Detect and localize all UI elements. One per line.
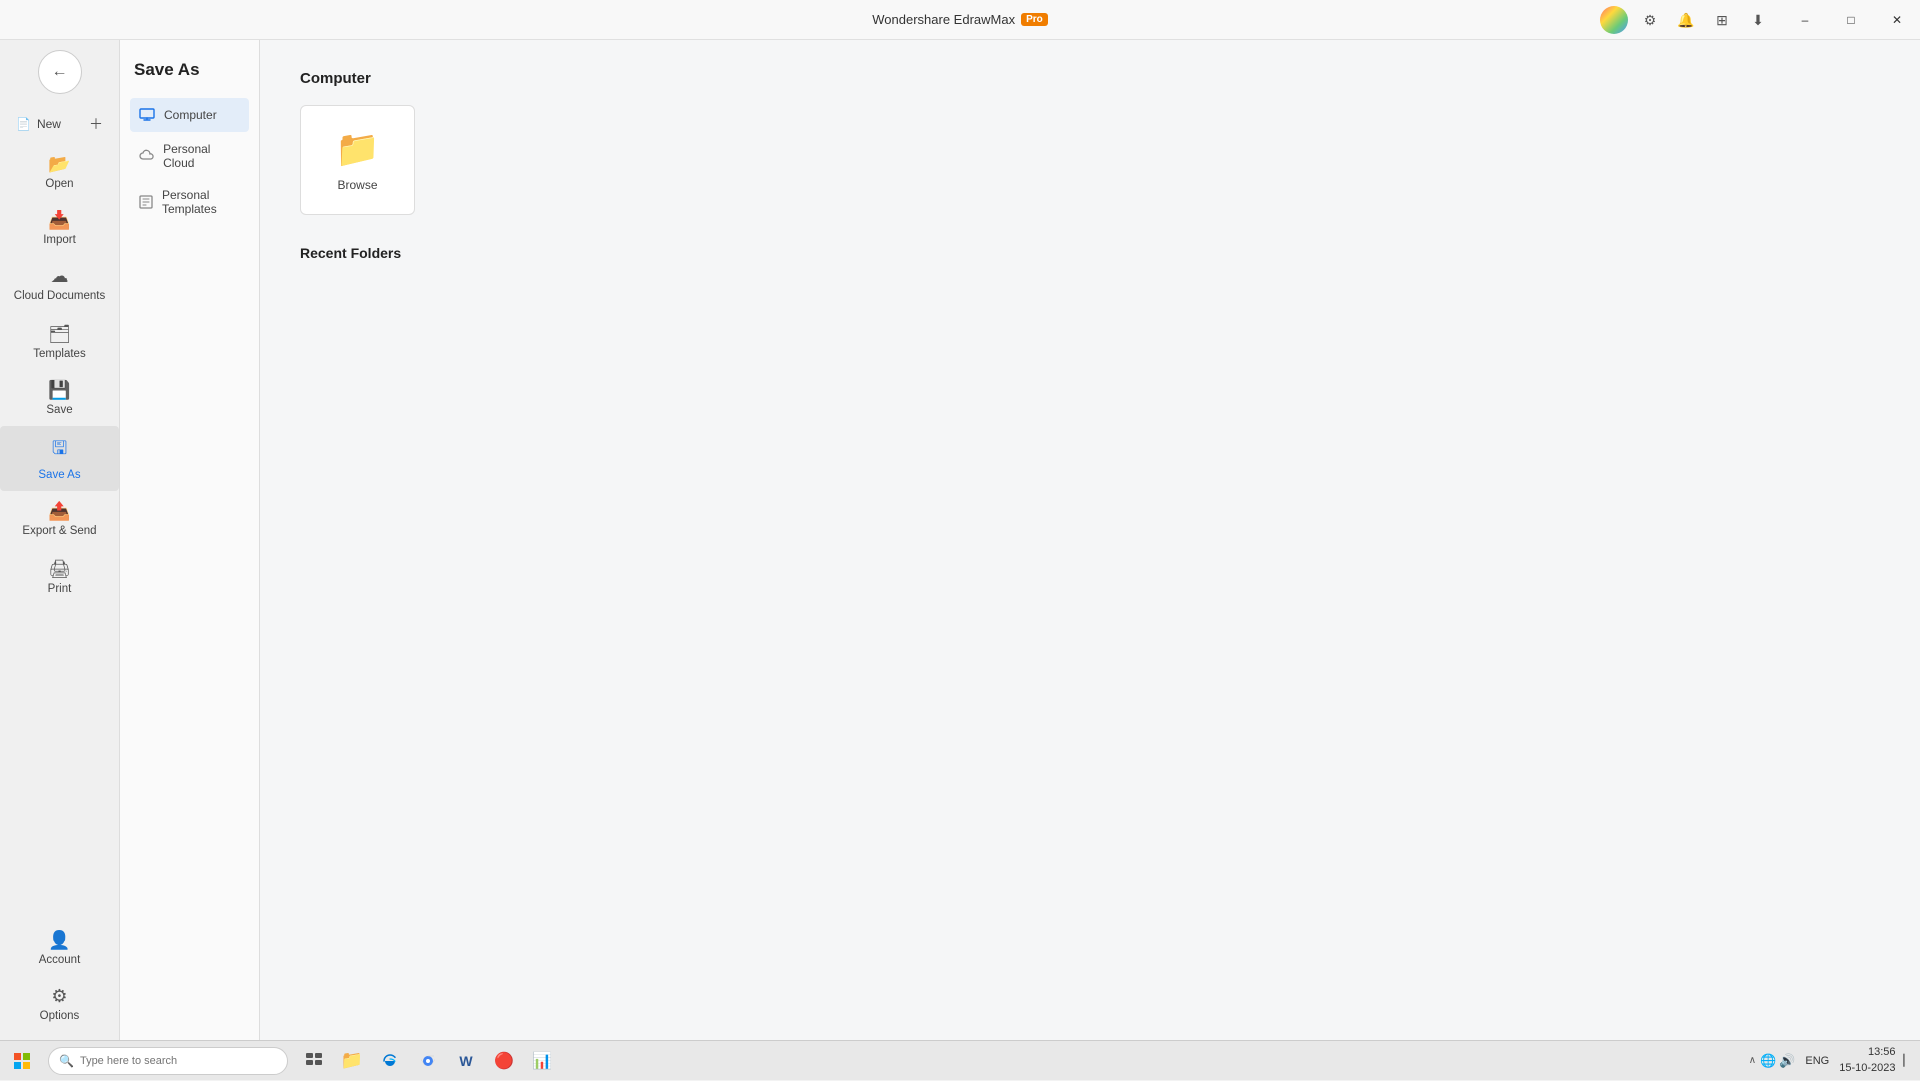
sidebar-item-export-send[interactable]: 📤 Export & Send xyxy=(0,491,119,549)
sidebar-item-save-as[interactable]: 🖫 Save As xyxy=(0,426,119,491)
user-avatar[interactable] xyxy=(1600,6,1628,34)
volume-icon[interactable]: 🔊 xyxy=(1779,1053,1795,1069)
account-icon: 👤 xyxy=(48,930,70,951)
new-label: New xyxy=(37,117,61,131)
sidebar-item-account[interactable]: 👤 Account xyxy=(0,920,119,976)
close-button[interactable]: ✕ xyxy=(1874,0,1920,40)
sidebar-narrow: ← 📄 New ＋ 📂 Open 📥 Import ☁ Cloud Docume… xyxy=(0,40,120,1040)
file-explorer-button[interactable]: 📁 xyxy=(334,1043,370,1079)
edge-button[interactable] xyxy=(372,1043,408,1079)
cloud-documents-icon: ☁ xyxy=(51,266,69,287)
save-as-label: Save As xyxy=(38,469,80,481)
system-tray-expand[interactable]: ∧ xyxy=(1749,1055,1756,1066)
edrawmax-button[interactable]: 📊 xyxy=(524,1043,560,1079)
grid-icon[interactable]: ⊞ xyxy=(1708,6,1736,34)
sidebar-item-new[interactable]: 📄 New ＋ xyxy=(0,104,119,144)
minimize-button[interactable]: – xyxy=(1782,0,1828,40)
clock-time: 13:56 xyxy=(1839,1045,1895,1060)
templates-icon: 🗂 xyxy=(48,324,71,345)
show-desktop-button[interactable]: ▏ xyxy=(1904,1054,1912,1067)
download-icon[interactable]: ⬇ xyxy=(1744,6,1772,34)
titlebar-title: Wondershare EdrawMax Pro xyxy=(872,12,1048,27)
panel-title: Save As xyxy=(130,60,249,80)
settings-icon[interactable]: ⚙ xyxy=(1636,6,1664,34)
network-icon[interactable]: 🌐 xyxy=(1760,1053,1776,1069)
language-indicator[interactable]: ENG xyxy=(1805,1055,1829,1067)
options-label: Options xyxy=(40,1010,80,1022)
import-icon: 📥 xyxy=(48,210,70,231)
titlebar: Wondershare EdrawMax Pro ⚙ 🔔 ⊞ ⬇ – □ ✕ xyxy=(0,0,1920,40)
sidebar-item-open[interactable]: 📂 Open xyxy=(0,144,119,200)
panel-middle: Save As Computer Personal Cloud Personal… xyxy=(120,40,260,1040)
sidebar-item-cloud-documents[interactable]: ☁ Cloud Documents xyxy=(0,256,119,314)
recent-folders-title: Recent Folders xyxy=(300,245,1880,261)
computer-label: Computer xyxy=(164,108,217,122)
taskbar-search-box[interactable]: 🔍 xyxy=(48,1047,288,1075)
sidebar-item-print[interactable]: 🖨 Print xyxy=(0,549,119,605)
add-icon: ＋ xyxy=(89,114,103,134)
sidebar-item-import[interactable]: 📥 Import xyxy=(0,200,119,256)
personal-cloud-label: Personal Cloud xyxy=(163,142,241,170)
pro-badge: Pro xyxy=(1021,13,1048,26)
computer-icon xyxy=(138,106,156,124)
app5-button[interactable]: 🔴 xyxy=(486,1043,522,1079)
chrome-button[interactable] xyxy=(410,1043,446,1079)
task-view-button[interactable] xyxy=(296,1043,332,1079)
taskbar-apps: 📁 W 🔴 📊 xyxy=(296,1043,560,1079)
restore-button[interactable]: □ xyxy=(1828,0,1874,40)
print-label: Print xyxy=(48,583,72,595)
new-icon: 📄 xyxy=(16,117,31,131)
sidebar-bottom: 👤 Account ⚙ Options xyxy=(0,920,119,1040)
print-icon: 🖨 xyxy=(48,559,71,580)
clock-date: 15-10-2023 xyxy=(1839,1061,1895,1076)
open-label: Open xyxy=(45,178,73,190)
sub-nav-personal-cloud[interactable]: Personal Cloud xyxy=(130,134,249,178)
section-title: Computer xyxy=(300,70,1880,87)
templates-label: Templates xyxy=(33,348,85,360)
app-name: Wondershare EdrawMax xyxy=(872,12,1015,27)
taskbar: 🔍 📁 W 🔴 xyxy=(0,1040,1920,1080)
browse-card[interactable]: 📁 Browse xyxy=(300,105,415,215)
personal-templates-icon xyxy=(138,193,154,211)
back-button[interactable]: ← xyxy=(38,50,82,94)
word-button[interactable]: W xyxy=(448,1043,484,1079)
save-label: Save xyxy=(46,404,72,416)
sub-nav-personal-templates[interactable]: Personal Templates xyxy=(130,180,249,224)
folder-icon: 📁 xyxy=(335,128,380,170)
save-icon: 💾 xyxy=(48,380,70,401)
personal-cloud-icon xyxy=(138,147,155,165)
browse-label: Browse xyxy=(337,178,377,192)
notification-icon[interactable]: 🔔 xyxy=(1672,6,1700,34)
sys-icons: 🌐 🔊 xyxy=(1760,1053,1795,1069)
cloud-documents-label: Cloud Documents xyxy=(14,290,105,304)
search-icon: 🔍 xyxy=(59,1054,74,1068)
search-input[interactable] xyxy=(80,1055,260,1067)
titlebar-right-icons: ⚙ 🔔 ⊞ ⬇ xyxy=(1590,6,1782,34)
taskbar-right: ∧ 🌐 🔊 ENG 13:56 15-10-2023 ▏ xyxy=(1749,1043,1920,1078)
export-send-icon: 📤 xyxy=(48,501,70,522)
export-send-label: Export & Send xyxy=(22,525,96,539)
open-icon: 📂 xyxy=(48,154,70,175)
titlebar-controls: ⚙ 🔔 ⊞ ⬇ – □ ✕ xyxy=(1590,0,1920,40)
sidebar-item-options[interactable]: ⚙ Options xyxy=(0,976,119,1032)
start-button[interactable] xyxy=(0,1041,44,1081)
sidebar-item-save[interactable]: 💾 Save xyxy=(0,370,119,426)
options-icon: ⚙ xyxy=(51,986,67,1007)
main-content: Computer 📁 Browse Recent Folders xyxy=(260,40,1920,1040)
personal-templates-label: Personal Templates xyxy=(162,188,241,216)
save-as-icon: 🖫 xyxy=(52,436,67,466)
taskbar-clock[interactable]: 13:56 15-10-2023 xyxy=(1835,1043,1899,1078)
sidebar-item-templates[interactable]: 🗂 Templates xyxy=(0,314,119,370)
import-label: Import xyxy=(43,234,76,246)
account-label: Account xyxy=(39,954,81,966)
sub-nav-computer[interactable]: Computer xyxy=(130,98,249,132)
